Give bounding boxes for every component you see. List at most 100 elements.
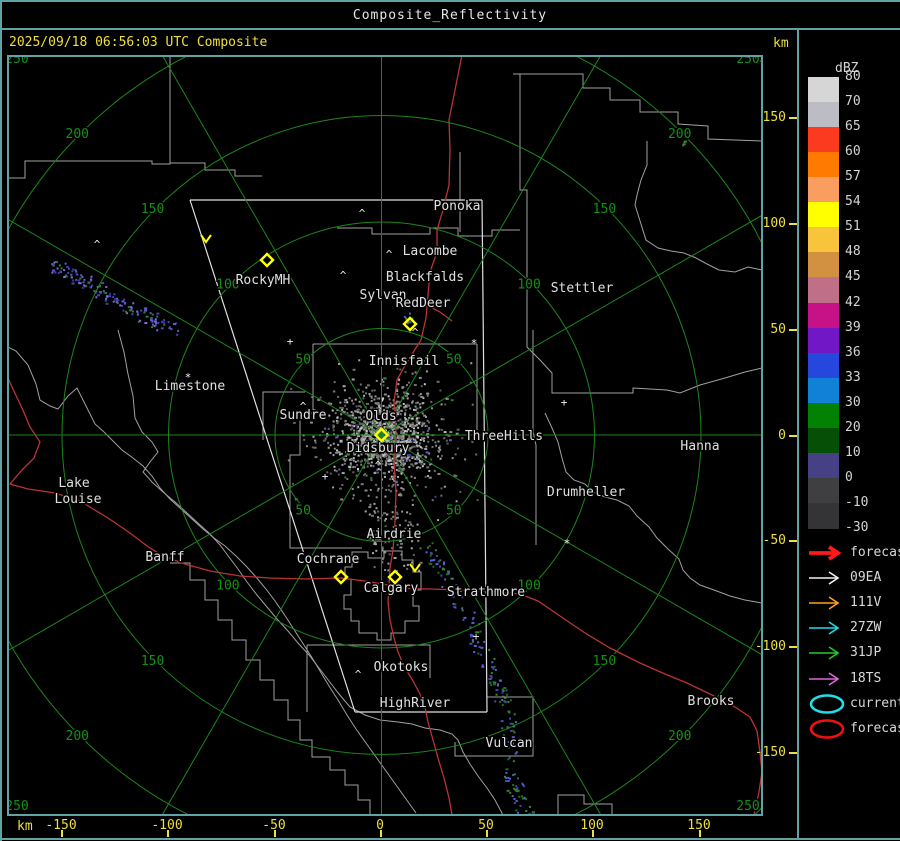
svg-text:+: + bbox=[473, 630, 480, 643]
bottom-axis-tick bbox=[699, 830, 701, 837]
svg-text:*: * bbox=[185, 371, 192, 384]
city-label: RedDeer bbox=[396, 296, 451, 311]
colorbar-value-label: 20 bbox=[845, 419, 861, 435]
colorbar-band bbox=[808, 327, 839, 354]
window-left-border bbox=[0, 0, 2, 841]
city-label: Calgary bbox=[364, 581, 419, 596]
colorbar-band bbox=[808, 127, 839, 153]
city-label: Vulcan bbox=[486, 736, 533, 751]
colorbar-value-label: 0 bbox=[845, 469, 853, 485]
legend-arrow-icon bbox=[809, 646, 840, 661]
svg-text:^: ^ bbox=[355, 668, 362, 681]
city-label: Stettler bbox=[551, 281, 614, 296]
legend-label: 09EA bbox=[850, 570, 882, 586]
svg-text:*: * bbox=[471, 337, 478, 350]
svg-text:^: ^ bbox=[340, 269, 347, 282]
colorbar-value-label: 42 bbox=[845, 294, 861, 310]
svg-text:100: 100 bbox=[517, 277, 540, 292]
colorbar-band bbox=[808, 427, 839, 454]
right-axis-tick bbox=[789, 223, 797, 225]
svg-text:+: + bbox=[287, 335, 294, 348]
svg-text:200: 200 bbox=[66, 127, 89, 142]
colorbar-band bbox=[808, 77, 839, 103]
window-bottom-border bbox=[0, 838, 900, 840]
legend-arrow-icon bbox=[809, 545, 842, 561]
colorbar-value-label: 57 bbox=[845, 169, 861, 185]
svg-text:250: 250 bbox=[736, 799, 759, 814]
colorbar-band bbox=[808, 202, 839, 228]
city-label: Airdrie bbox=[367, 527, 422, 542]
svg-text:50: 50 bbox=[295, 353, 311, 368]
city-label: Cochrane bbox=[297, 552, 360, 567]
svg-text:+: + bbox=[561, 396, 568, 409]
right-axis-tick bbox=[789, 646, 797, 648]
bottom-axis-tick bbox=[486, 830, 488, 837]
right-axis-tick-label: 0 bbox=[778, 428, 786, 443]
city-label: Lacombe bbox=[403, 244, 458, 259]
colorbar-value-label: -30 bbox=[845, 520, 869, 536]
right-axis-tick-label: 150 bbox=[762, 110, 786, 125]
svg-text:50: 50 bbox=[295, 503, 311, 518]
svg-text:^: ^ bbox=[359, 207, 366, 220]
colorbar-value-label: 80 bbox=[845, 69, 861, 84]
bottom-axis-tick bbox=[592, 830, 594, 837]
colorbar-value-label: 10 bbox=[845, 444, 861, 460]
legend-ellipse-icon bbox=[809, 718, 845, 739]
colorbar-band bbox=[808, 477, 839, 504]
colorbar-value-label: 33 bbox=[845, 369, 861, 385]
city-label: Innisfail bbox=[369, 354, 439, 369]
city-label: Didsbury bbox=[347, 441, 410, 456]
bottom-axis-tick bbox=[380, 830, 382, 837]
colorbar-band bbox=[808, 377, 839, 404]
city-label: Drumheller bbox=[547, 485, 625, 500]
colorbar-band bbox=[808, 277, 839, 304]
right-axis-tick-label: 100 bbox=[762, 216, 786, 231]
svg-text:^: ^ bbox=[386, 248, 393, 261]
legend-label: current bbox=[850, 695, 900, 711]
svg-text:100: 100 bbox=[216, 579, 239, 594]
right-axis-tick-label: -50 bbox=[762, 533, 786, 548]
right-axis-tick-label: 50 bbox=[770, 322, 786, 337]
city-label: Strathmore bbox=[447, 585, 525, 600]
svg-text:150: 150 bbox=[593, 654, 616, 669]
city-label: Hanna bbox=[680, 439, 719, 454]
right-axis-tick-label: -150 bbox=[754, 745, 786, 760]
bottom-axis-tick bbox=[167, 830, 169, 837]
svg-text:200: 200 bbox=[668, 729, 691, 744]
svg-text:150: 150 bbox=[141, 202, 164, 217]
svg-text:^: ^ bbox=[94, 238, 101, 251]
panel-divider-line bbox=[797, 30, 799, 838]
svg-text:50: 50 bbox=[446, 353, 462, 368]
colorbar-value-label: 39 bbox=[845, 319, 861, 335]
city-label: Louise bbox=[55, 492, 102, 507]
legend-label: forecast bbox=[850, 545, 900, 560]
colorbar-band bbox=[808, 452, 839, 479]
svg-text:200: 200 bbox=[66, 729, 89, 744]
right-axis-tick bbox=[789, 752, 797, 754]
svg-text:150: 150 bbox=[141, 654, 164, 669]
bottom-axis-tick bbox=[61, 830, 63, 837]
map-canvas[interactable]: 50 5050 50100 100100 100150 150150 150200 20020… bbox=[7, 55, 763, 816]
right-axis-tick-label: -100 bbox=[754, 639, 786, 654]
colorbar-band bbox=[808, 503, 839, 529]
colorbar-value-label: 45 bbox=[845, 269, 861, 285]
legend-ellipse-icon bbox=[809, 693, 845, 714]
title-bar: Composite_Reflectivity bbox=[0, 0, 900, 30]
city-label: Olds bbox=[365, 409, 396, 424]
legend-arrow-icon bbox=[809, 671, 840, 686]
colorbar-band bbox=[808, 102, 839, 128]
colorbar-value-label: 54 bbox=[845, 194, 861, 210]
right-axis-unit-label: km bbox=[773, 36, 789, 51]
legend-label: forecast bbox=[850, 720, 900, 736]
bottom-axis-tick bbox=[274, 830, 276, 837]
colorbar-value-label: 30 bbox=[845, 394, 861, 410]
right-axis-tick bbox=[789, 117, 797, 119]
bottom-axis-unit-label: km bbox=[17, 819, 33, 834]
city-label: RockyMH bbox=[236, 273, 291, 288]
radar-viewer-window: Composite_Reflectivity 2025/09/18 06:56:… bbox=[0, 0, 900, 841]
city-label: Lake bbox=[58, 476, 89, 491]
svg-text:50: 50 bbox=[446, 503, 462, 518]
colorbar-value-label: -10 bbox=[845, 495, 869, 511]
legend-arrow-icon bbox=[809, 621, 840, 635]
city-label: Ponoka bbox=[434, 199, 481, 214]
